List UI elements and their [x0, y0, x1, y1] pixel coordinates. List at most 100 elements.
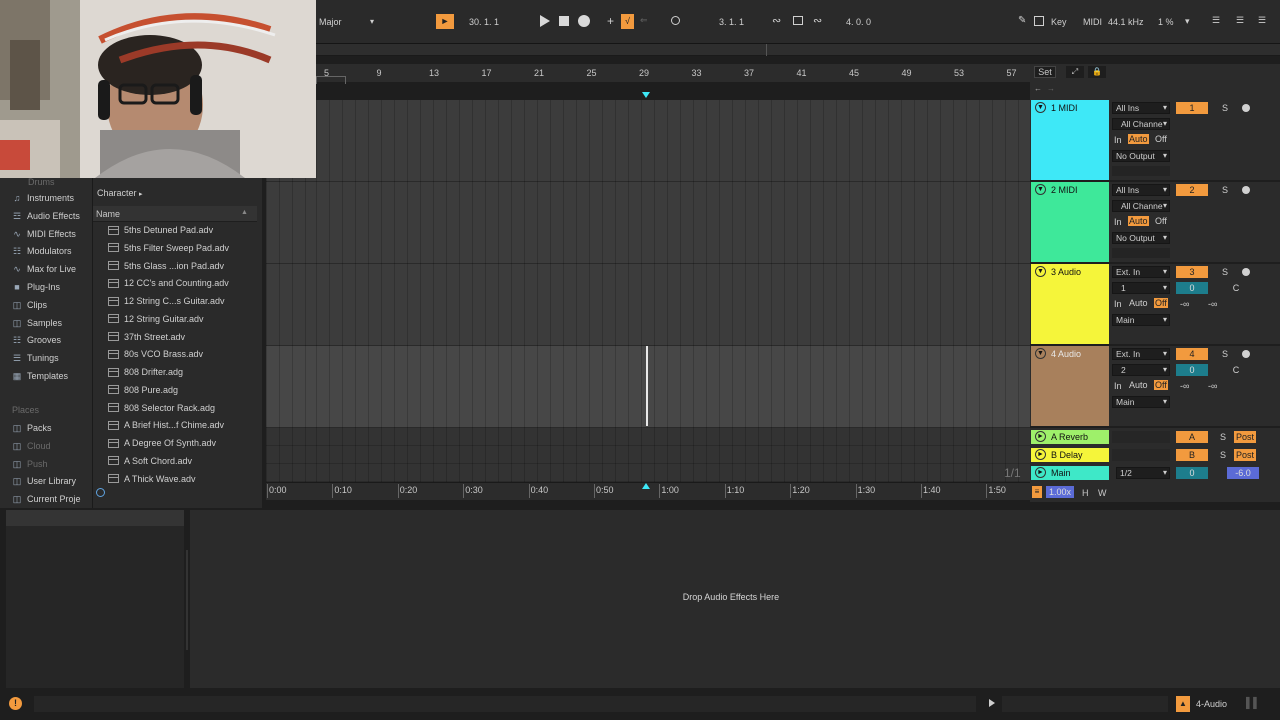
expand-icon[interactable]: ⤢ [1066, 66, 1084, 78]
midi-map-button[interactable]: MIDI [1083, 17, 1102, 27]
main-fold-icon[interactable]: ► [1035, 467, 1046, 478]
track-activator[interactable]: 4 [1176, 348, 1208, 360]
input-type-select[interactable]: Ext. In [1112, 266, 1170, 278]
fold-track-icon[interactable]: ▼ [1035, 348, 1046, 359]
record-icon[interactable] [578, 15, 590, 27]
song-position[interactable]: 30. 1. 1 [469, 17, 499, 27]
sidebar-item-max-for-live[interactable]: ∿ Max for Live [12, 261, 76, 277]
return-lane-a[interactable] [266, 428, 1030, 446]
sidebar-place-cloud[interactable]: ◫ Cloud [12, 438, 51, 454]
arm-record-icon[interactable] [1242, 350, 1250, 358]
punch-out-icon[interactable]: ∾ [813, 14, 822, 27]
send-b-value[interactable]: -∞ [1208, 299, 1217, 309]
return-solo-button[interactable]: S [1216, 449, 1230, 461]
sidebar-item-modulators[interactable]: ☷ Modulators [12, 243, 72, 259]
sidebar-item-samples[interactable]: ◫ Samples [12, 315, 62, 331]
browser-file-item[interactable]: A Thick Wave.adv [108, 471, 196, 487]
track-lane-3[interactable] [266, 264, 1030, 346]
return-fold-icon[interactable]: ► [1035, 449, 1046, 460]
solo-button[interactable]: S [1218, 266, 1232, 278]
preview-toggle-icon[interactable] [96, 488, 105, 497]
track-lane-1[interactable] [266, 100, 1030, 182]
track-header-1[interactable]: ▼ 1 MIDI [1031, 100, 1109, 180]
browser-file-item[interactable]: 5ths Detuned Pad.adv [108, 222, 213, 238]
monitor-in-button[interactable]: In [1114, 135, 1122, 145]
reenable-automation-icon[interactable]: ⇐ [640, 15, 648, 26]
monitor-in-button[interactable]: In [1114, 299, 1122, 309]
menu-icon[interactable]: ☰ [1236, 15, 1244, 26]
monitor-in-button[interactable]: In [1114, 381, 1122, 391]
browser-file-item[interactable]: 37th Street.adv [108, 329, 185, 345]
post-fader-toggle[interactable]: Post [1234, 431, 1256, 443]
return-fold-icon[interactable]: ► [1035, 431, 1046, 442]
arm-record-icon[interactable] [1242, 268, 1250, 276]
monitor-off-button[interactable]: Off [1154, 216, 1168, 226]
browser-file-item[interactable]: 808 Selector Rack.adg [108, 400, 215, 416]
fold-track-icon[interactable]: ▼ [1035, 184, 1046, 195]
punch-in-icon[interactable]: ∾ [772, 14, 781, 27]
browser-file-item[interactable]: 5ths Filter Sweep Pad.adv [108, 240, 229, 256]
track-volume[interactable]: 0 [1176, 282, 1208, 294]
sidebar-item-plug-ins[interactable]: ■ Plug-Ins [12, 279, 60, 295]
input-channel-select[interactable]: 1 [1112, 282, 1170, 294]
automation-arm-icon[interactable]: √ [621, 14, 634, 29]
sidebar-place-push[interactable]: ◫ Push [12, 456, 48, 472]
track-header-3[interactable]: ▼ 3 Audio [1031, 264, 1109, 344]
insert-marker-icon[interactable] [642, 92, 650, 98]
panel-splitter[interactable] [186, 550, 188, 650]
browser-file-item[interactable]: 12 String Guitar.adv [108, 311, 204, 327]
sidebar-item-templates[interactable]: ▦ Templates [12, 368, 68, 384]
info-icon[interactable]: ! [9, 697, 22, 710]
cpu-dropdown-icon[interactable]: ▾ [1185, 16, 1190, 27]
sidebar-place-current-proje[interactable]: ◫ Current Proje [12, 491, 81, 507]
loop-length[interactable]: 4. 0. 0 [846, 17, 871, 27]
scroll-right-icon[interactable] [989, 699, 995, 707]
monitor-off-button[interactable]: Off [1154, 298, 1168, 308]
track-pan[interactable]: C [1220, 282, 1252, 294]
monitor-in-button[interactable]: In [1114, 217, 1122, 227]
overdub-icon[interactable]: + [607, 14, 614, 28]
zoom-value[interactable]: 1.00x [1046, 486, 1074, 498]
browser-file-item[interactable]: 12 String C...s Guitar.adv [108, 293, 225, 309]
sidebar-item-clips[interactable]: ◫ Clips [12, 297, 47, 313]
browser-file-item[interactable]: 5ths Glass ...ion Pad.adv [108, 258, 224, 274]
browser-file-item[interactable]: 80s VCO Brass.adv [108, 346, 203, 362]
return-activator[interactable]: A [1176, 431, 1208, 443]
scale-select[interactable]: Major [316, 15, 376, 29]
sidebar-item-audio-effects[interactable]: ☲ Audio Effects [12, 208, 80, 224]
key-map-button[interactable]: Key [1051, 17, 1067, 27]
forward-arrow-icon[interactable]: → [1047, 84, 1055, 93]
set-button[interactable]: Set [1034, 66, 1056, 78]
computer-keyboard-icon[interactable] [1034, 16, 1044, 26]
browser-file-item[interactable]: 808 Drifter.adg [108, 364, 183, 380]
browser-file-item[interactable]: A Soft Chord.adv [108, 453, 192, 469]
sidebar-item-instruments[interactable]: ♫ Instruments [12, 190, 74, 206]
track-activator[interactable]: 3 [1176, 266, 1208, 278]
track-header-2[interactable]: ▼ 2 MIDI [1031, 182, 1109, 262]
monitor-auto-button[interactable]: Auto [1128, 216, 1149, 226]
sidebar-item-grooves[interactable]: ☷ Grooves [12, 332, 61, 348]
output-select[interactable]: Main [1112, 314, 1170, 326]
main-level[interactable]: -6.0 [1227, 467, 1259, 479]
loop-brace[interactable] [316, 76, 346, 84]
sidebar-place-packs[interactable]: ◫ Packs [12, 420, 52, 436]
track-activator[interactable]: 2 [1176, 184, 1208, 196]
follow-button[interactable]: ► [436, 14, 454, 29]
input-type-select[interactable]: All Ins [1112, 184, 1170, 196]
h-button[interactable]: H [1082, 488, 1089, 498]
input-channel-select[interactable]: All Channe [1112, 118, 1170, 130]
track-volume[interactable]: 0 [1176, 364, 1208, 376]
back-arrow-icon[interactable]: ← [1034, 84, 1042, 93]
main-track-header[interactable]: ► Main [1031, 466, 1109, 480]
solo-button[interactable]: S [1218, 184, 1232, 196]
sidebar-place-user-library[interactable]: ◫ User Library [12, 473, 76, 489]
track-header-4[interactable]: ▼ 4 Audio [1031, 346, 1109, 426]
sort-ascending-icon[interactable]: ▲ [241, 209, 248, 216]
draw-mode-icon[interactable]: ✎ [1018, 15, 1026, 26]
arm-record-icon[interactable] [1242, 186, 1250, 194]
monitor-off-button[interactable]: Off [1154, 134, 1168, 144]
beat-time-ruler[interactable] [316, 64, 1030, 84]
main-lane[interactable] [266, 464, 1030, 482]
return-lane-b[interactable] [266, 446, 1030, 464]
track-pan[interactable]: C [1220, 364, 1252, 376]
